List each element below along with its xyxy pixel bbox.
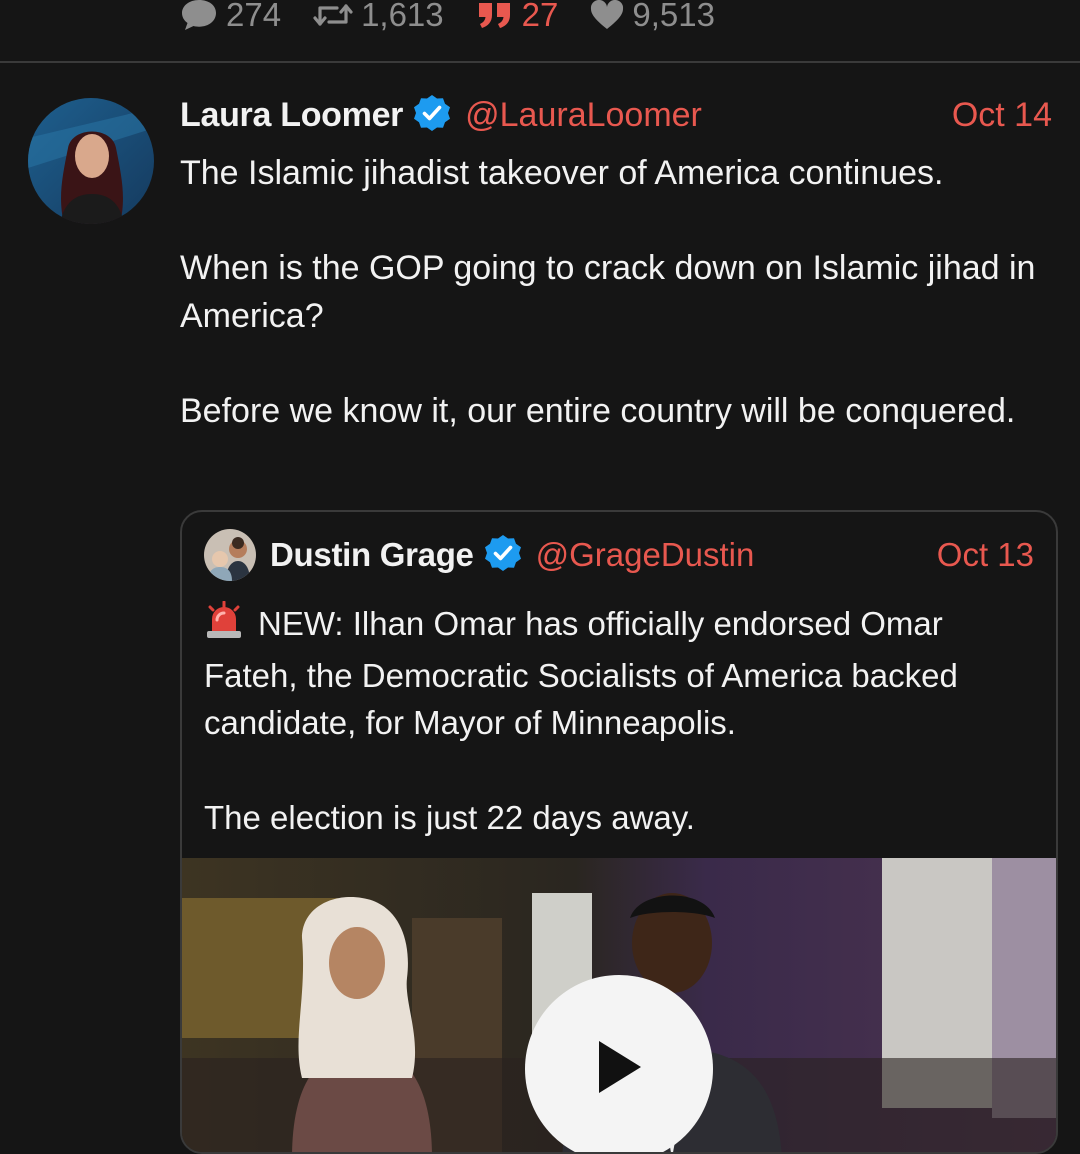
tweet-divider bbox=[0, 61, 1080, 63]
likes-stat[interactable]: 9,513 bbox=[590, 0, 715, 34]
replies-count: 274 bbox=[226, 0, 282, 33]
retweet-icon bbox=[313, 0, 353, 30]
rotating-light-icon bbox=[204, 600, 244, 652]
likes-count: 9,513 bbox=[632, 0, 715, 33]
quoted-author-name[interactable]: Dustin Grage bbox=[270, 536, 474, 574]
tweet-paragraph: The Islamic jihadist takeover of America… bbox=[180, 154, 944, 192]
quoted-paragraph-text: NEW: Ilhan Omar has officially endorsed … bbox=[204, 605, 958, 741]
verified-badge-icon bbox=[413, 94, 451, 137]
quote-icon bbox=[476, 0, 514, 30]
retweets-stat[interactable]: 1,613 bbox=[313, 0, 444, 34]
play-button[interactable] bbox=[525, 975, 713, 1152]
tweet-text: The Islamic jihadist takeover of America… bbox=[180, 150, 1050, 435]
quoted-tweet-date[interactable]: Oct 13 bbox=[937, 536, 1034, 574]
quoted-author-handle[interactable]: @GrageDustin bbox=[536, 536, 755, 574]
tweet-paragraph: When is the GOP going to crack down on I… bbox=[180, 249, 1036, 335]
retweets-count: 1,613 bbox=[361, 0, 444, 33]
quoted-avatar[interactable] bbox=[204, 529, 256, 581]
quotes-stat[interactable]: 27 bbox=[476, 0, 559, 34]
tweet-header: Laura Loomer @LauraLoomer Oct 14 bbox=[180, 92, 1052, 138]
quotes-count: 27 bbox=[521, 0, 559, 33]
tweet-stats-row: 274 1,613 27 9,513 bbox=[180, 0, 715, 40]
quoted-tweet-text: NEW: Ilhan Omar has officially endorsed … bbox=[204, 600, 1034, 842]
quoted-tweet-header: Dustin Grage @GrageDustin Oct 13 bbox=[204, 528, 1034, 582]
quoted-tweet-card[interactable]: Dustin Grage @GrageDustin Oct 13 NEW: Il… bbox=[180, 510, 1058, 1154]
avatar[interactable] bbox=[28, 98, 154, 224]
quoted-paragraph: The election is just 22 days away. bbox=[204, 799, 695, 836]
heart-icon bbox=[590, 0, 624, 30]
comment-icon bbox=[180, 0, 218, 32]
quoted-paragraph: NEW: Ilhan Omar has officially endorsed … bbox=[204, 600, 1034, 747]
play-icon bbox=[595, 1039, 643, 1100]
tweet-date[interactable]: Oct 14 bbox=[952, 96, 1052, 135]
replies-stat[interactable]: 274 bbox=[180, 0, 281, 34]
verified-badge-icon bbox=[484, 534, 522, 577]
video-thumbnail[interactable] bbox=[182, 858, 1056, 1152]
author-handle[interactable]: @LauraLoomer bbox=[465, 96, 702, 135]
author-name[interactable]: Laura Loomer bbox=[180, 96, 403, 135]
tweet-paragraph: Before we know it, our entire country wi… bbox=[180, 391, 1016, 430]
